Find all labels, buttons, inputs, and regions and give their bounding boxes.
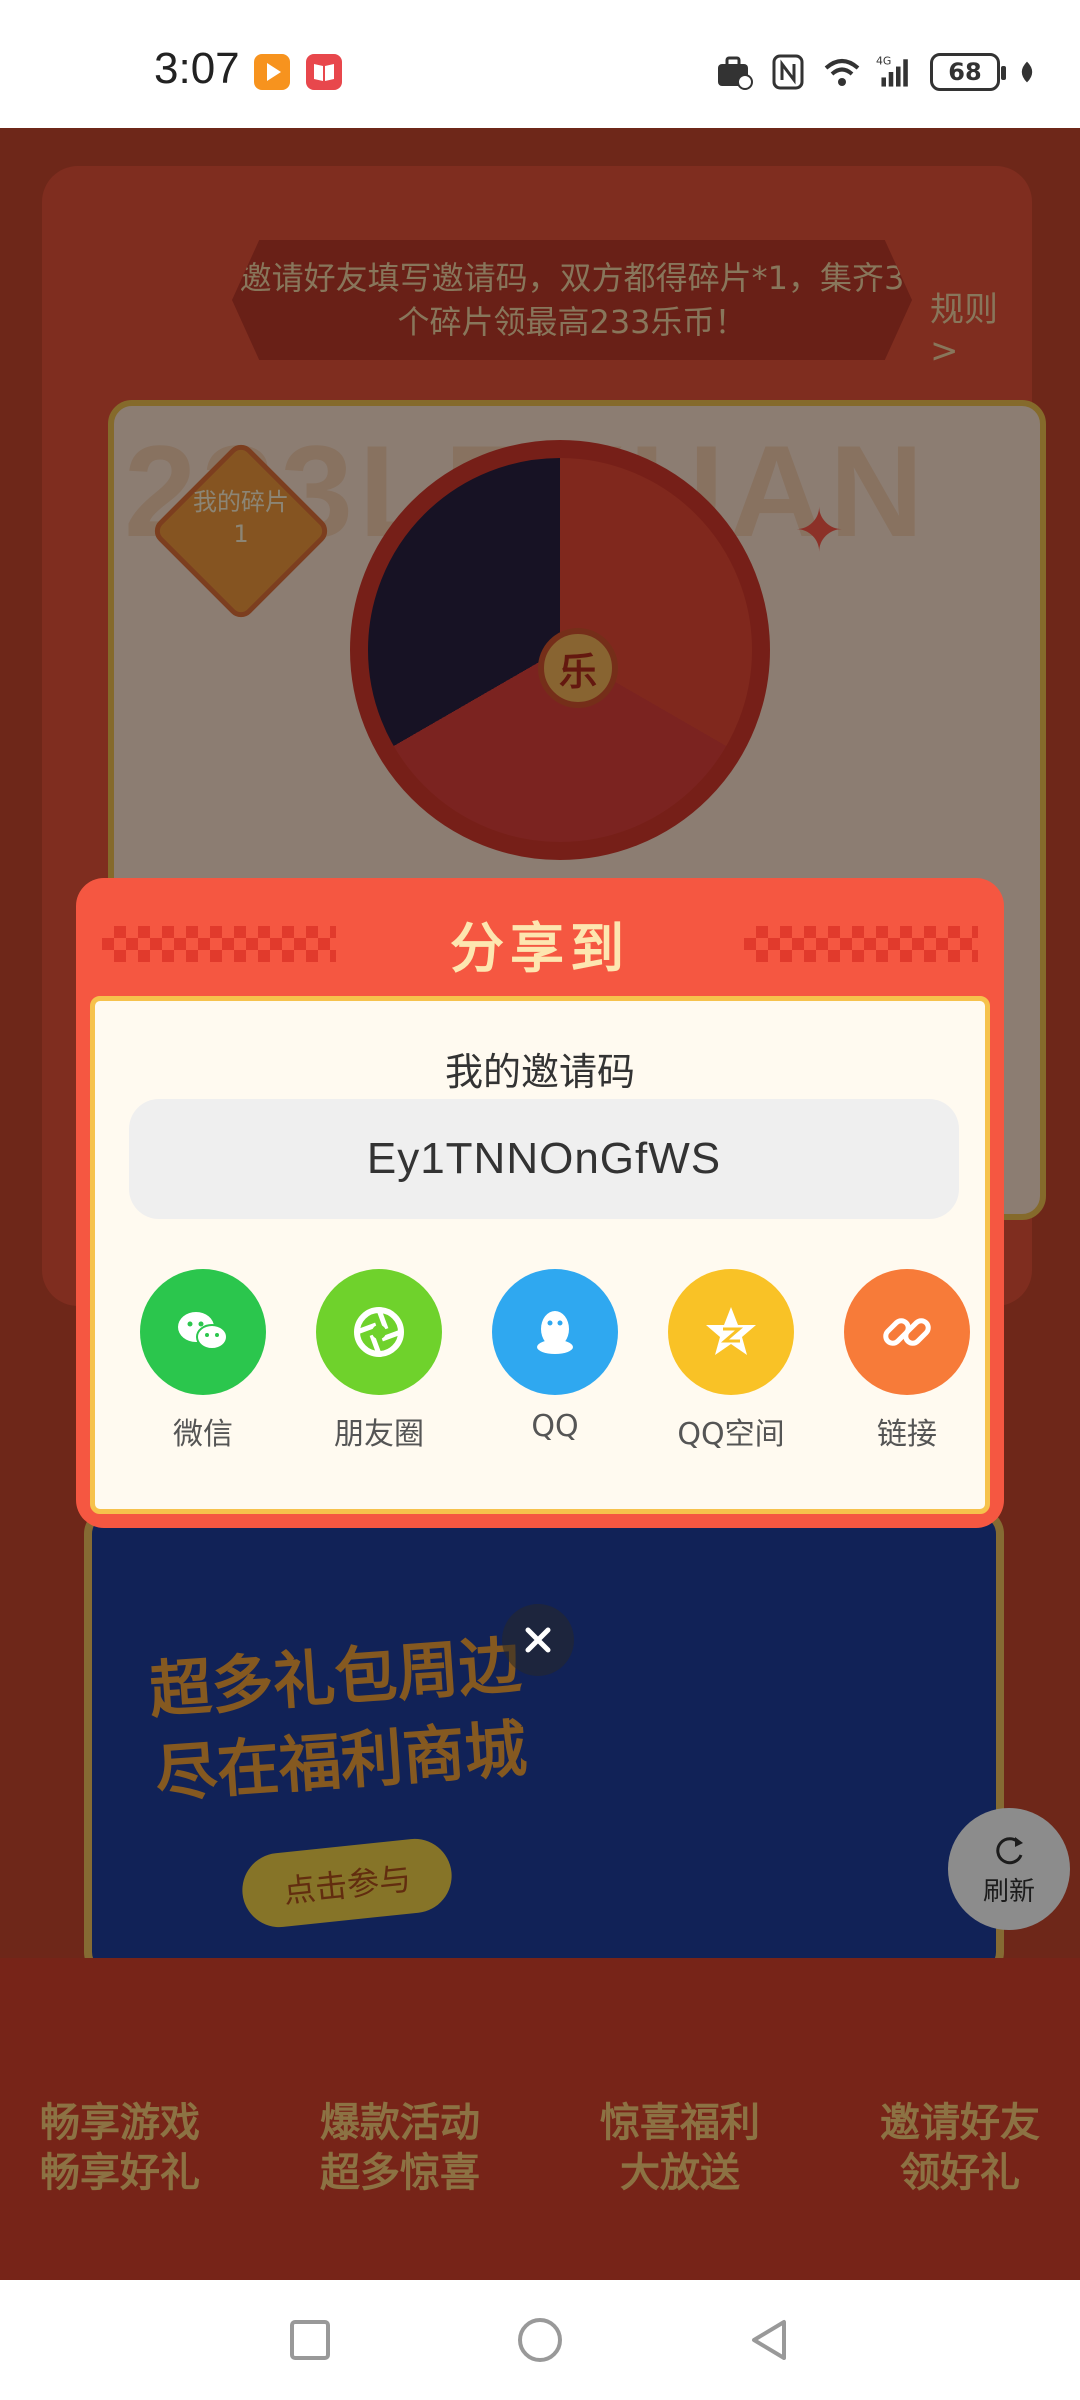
dialog-body: 我的邀请码 Ey1TNNOnGfWS 微信 朋友圈 QQ QQ空间 链接 xyxy=(90,996,990,1514)
invite-code-label: 我的邀请码 xyxy=(444,1050,635,1094)
link-icon xyxy=(844,1269,970,1395)
wechat-icon xyxy=(140,1269,266,1395)
share-dialog: 分享到 我的邀请码 Ey1TNNOnGfWS 微信 朋友圈 QQ QQ空间 链接 xyxy=(76,878,1004,1528)
share-label: 朋友圈 xyxy=(334,1417,424,1452)
close-dialog-button[interactable] xyxy=(502,1604,574,1676)
back-icon[interactable] xyxy=(744,2314,796,2366)
book-app-notification-icon xyxy=(306,54,342,90)
share-qq[interactable]: QQ xyxy=(475,1269,635,1444)
share-qzone[interactable]: QQ空间 xyxy=(651,1269,811,1453)
wifi-icon xyxy=(824,59,860,86)
status-icons: 4G 68 xyxy=(714,48,1040,96)
briefcase-icon xyxy=(718,56,753,90)
leaf-icon xyxy=(1021,61,1033,83)
share-label: QQ空间 xyxy=(677,1417,785,1452)
invite-code-field[interactable]: Ey1TNNOnGfWS xyxy=(129,1099,959,1219)
qq-icon xyxy=(492,1269,618,1395)
recent-apps-icon[interactable] xyxy=(284,2314,336,2366)
close-icon xyxy=(525,1627,551,1653)
status-time: 3:07 xyxy=(154,44,240,93)
share-link[interactable]: 链接 xyxy=(827,1269,987,1453)
share-label: 微信 xyxy=(173,1417,233,1452)
battery-indicator: 68 xyxy=(930,53,1006,91)
signal-icon: 4G xyxy=(876,55,908,87)
share-wechat[interactable]: 微信 xyxy=(123,1269,283,1453)
share-label: QQ xyxy=(531,1409,579,1444)
svg-text:4G: 4G xyxy=(876,55,891,68)
share-moments[interactable]: 朋友圈 xyxy=(299,1269,459,1453)
moments-icon xyxy=(316,1269,442,1395)
system-navigation-bar xyxy=(0,2280,1080,2400)
share-label: 链接 xyxy=(877,1417,937,1452)
home-icon[interactable] xyxy=(514,2314,566,2366)
dialog-title: 分享到 xyxy=(450,917,630,980)
video-app-notification-icon xyxy=(254,54,290,90)
nfc-icon xyxy=(772,54,804,90)
status-bar: 3:07 4G 68 xyxy=(0,0,1080,128)
battery-level: 68 xyxy=(948,58,982,86)
qzone-icon xyxy=(668,1269,794,1395)
